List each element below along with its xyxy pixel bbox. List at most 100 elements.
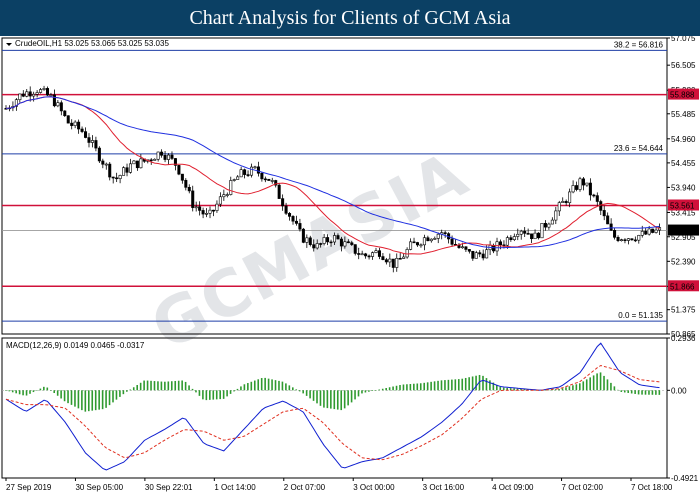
candle-body <box>250 166 254 176</box>
macd-histogram-bar <box>378 389 381 391</box>
candle-body <box>391 258 395 268</box>
candle-body <box>163 155 167 160</box>
macd-histogram-bar <box>419 383 422 391</box>
macd-histogram-bar <box>160 381 163 391</box>
macd-histogram-bar <box>579 383 581 391</box>
ma-slow-line <box>5 96 660 249</box>
candle-body <box>602 210 606 217</box>
candle-body <box>613 229 617 238</box>
candle-body <box>381 256 385 260</box>
macd-histogram-bar <box>181 380 183 391</box>
candle-body <box>561 201 565 203</box>
candle-body <box>547 223 551 228</box>
candle-body <box>63 110 67 117</box>
candle-body <box>429 238 433 242</box>
macd-histogram-bar <box>637 390 640 395</box>
macd-histogram-bar <box>330 390 332 409</box>
macd-histogram-bar <box>606 379 609 391</box>
candle-body <box>239 169 243 178</box>
macd-histogram-bar <box>617 389 619 391</box>
candle-body <box>198 206 202 211</box>
macd-histogram-bar <box>444 380 446 391</box>
macd-histogram-bar <box>143 380 145 391</box>
current-price-label: 53.035 <box>670 227 695 236</box>
candle-body <box>409 241 413 250</box>
candle-body <box>288 213 292 217</box>
macd-scale-label: -0.4921 <box>671 474 699 483</box>
candle-body <box>332 235 337 243</box>
candle-body <box>246 174 250 176</box>
candle-body <box>315 243 319 249</box>
macd-histogram-bar <box>475 375 477 391</box>
price-scale-label: 57.075 <box>671 36 696 43</box>
candle-body <box>554 210 558 221</box>
candle-body <box>298 223 302 230</box>
candle-body <box>170 154 174 159</box>
macd-histogram-bar <box>644 390 647 395</box>
macd-histogram-bar <box>39 388 42 391</box>
macd-histogram-bar <box>29 390 31 394</box>
macd-histogram-bar <box>471 376 474 391</box>
macd-histogram-bar <box>641 390 643 395</box>
candle-body <box>426 237 430 242</box>
candle-body <box>135 160 139 169</box>
level-label: 51.866 <box>670 282 695 291</box>
macd-histogram-bar <box>613 386 616 391</box>
macd-histogram-bar <box>285 383 287 391</box>
candle-body <box>388 258 392 263</box>
macd-histogram-bar <box>499 387 502 391</box>
macd-histogram-bar <box>177 380 180 391</box>
candle-body <box>367 255 371 258</box>
candle-body <box>599 201 603 211</box>
candle-body <box>405 249 409 258</box>
candle-body <box>153 158 157 161</box>
candle-body <box>260 172 264 180</box>
macd-histogram-bar <box>447 379 450 391</box>
candle-body <box>87 137 91 143</box>
candle-body <box>56 102 60 107</box>
candle-body <box>644 231 648 235</box>
macd-histogram-bar <box>146 380 149 391</box>
candle-body <box>343 241 347 247</box>
candle-body <box>339 238 343 247</box>
macd-histogram-bar <box>457 379 460 391</box>
macd-histogram-bar <box>599 372 602 391</box>
macd-histogram-bar <box>81 390 83 411</box>
candle-body <box>623 239 627 242</box>
candle-body <box>80 128 84 132</box>
candle-body <box>270 180 274 182</box>
candle-body <box>371 252 375 257</box>
candle-body <box>160 151 164 156</box>
macd-histogram-bar <box>271 379 273 391</box>
macd-histogram-bar <box>22 390 24 396</box>
x-tick-label: 30 Sep 22:01 <box>145 483 193 492</box>
macd-histogram-bar <box>413 383 415 391</box>
candle-body <box>637 235 641 241</box>
macd-histogram-bar <box>202 390 204 400</box>
candle-body <box>326 237 330 243</box>
candle-body <box>73 121 77 126</box>
candle-body <box>374 250 378 253</box>
candle-body <box>402 256 406 259</box>
candle-body <box>395 257 399 268</box>
candle-body <box>592 194 596 197</box>
candle-body <box>384 259 388 263</box>
macd-histogram-bar <box>253 380 256 391</box>
macd-histogram-bar <box>440 380 443 391</box>
candle-body <box>588 182 592 196</box>
macd-histogram-bar <box>222 390 225 399</box>
candle-body <box>45 88 50 96</box>
macd-histogram-bar <box>381 388 384 391</box>
candle-body <box>94 140 98 149</box>
macd-label: MACD(12,26,9) 0.0149 0.0465 -0.0317 <box>6 341 145 350</box>
macd-histogram-bar <box>627 390 630 393</box>
candle-body <box>585 182 589 186</box>
candle-body <box>225 194 229 196</box>
macd-histogram-bar <box>247 383 249 391</box>
candle-body <box>606 215 610 225</box>
price-chart: 57.07556.50555.98055.48554.96054.45553.9… <box>1 36 699 492</box>
candle-body <box>609 223 613 231</box>
candle-body <box>52 94 56 107</box>
candle-body <box>498 241 502 246</box>
macd-histogram-bar <box>319 390 322 406</box>
